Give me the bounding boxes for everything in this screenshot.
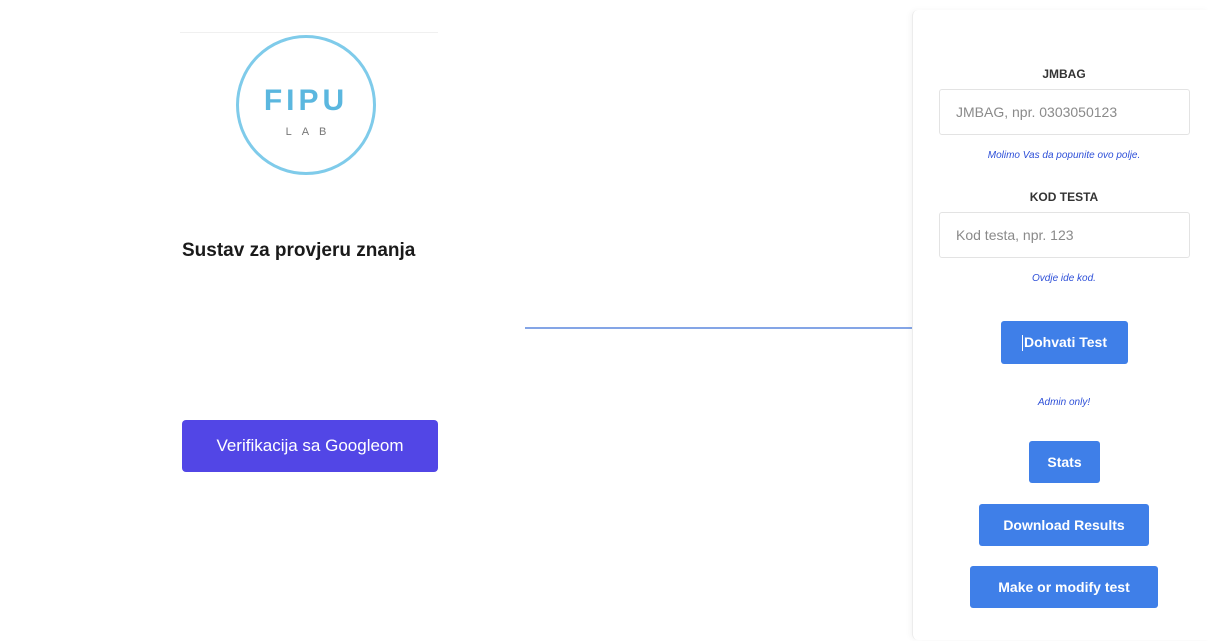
fetch-test-label: Dohvati Test (1024, 333, 1107, 350)
text-cursor (1022, 335, 1023, 352)
test-code-hint: Ovdje ide kod. (1032, 273, 1096, 284)
logo-main-text: FIPU (263, 84, 349, 117)
google-verify-button[interactable]: Verifikacija sa Googleom (182, 420, 438, 472)
admin-only-note: Admin only! (1037, 397, 1091, 408)
fipu-lab-logo: FIPU LAB (180, 32, 438, 183)
test-code-label: KOD TESTA (1029, 190, 1099, 204)
download-results-button[interactable]: Download Results (979, 504, 1149, 546)
left-panel: FIPU LAB Sustav za provjeru znanja Verif… (0, 0, 610, 641)
jmbag-label: JMBAG (1042, 67, 1086, 81)
jmbag-hint: Molimo Vas da popunite ovo polje. (987, 150, 1141, 161)
login-page: FIPU LAB Sustav za provjeru znanja Verif… (0, 0, 1208, 641)
arrow-right-icon (525, 322, 935, 334)
fetch-test-button[interactable]: Dohvati Test (1001, 321, 1128, 364)
test-code-input[interactable] (939, 212, 1190, 258)
make-modify-test-button[interactable]: Make or modify test (970, 566, 1158, 608)
app-title: Sustav za provjeru znanja (182, 240, 416, 261)
right-panel: JMBAG Molimo Vas da popunite ovo polje. … (912, 10, 1208, 640)
stats-button[interactable]: Stats (1029, 441, 1100, 483)
logo-sub-text: LAB (285, 126, 337, 138)
jmbag-input[interactable] (939, 89, 1190, 135)
logo-circle: FIPU LAB (236, 35, 376, 175)
